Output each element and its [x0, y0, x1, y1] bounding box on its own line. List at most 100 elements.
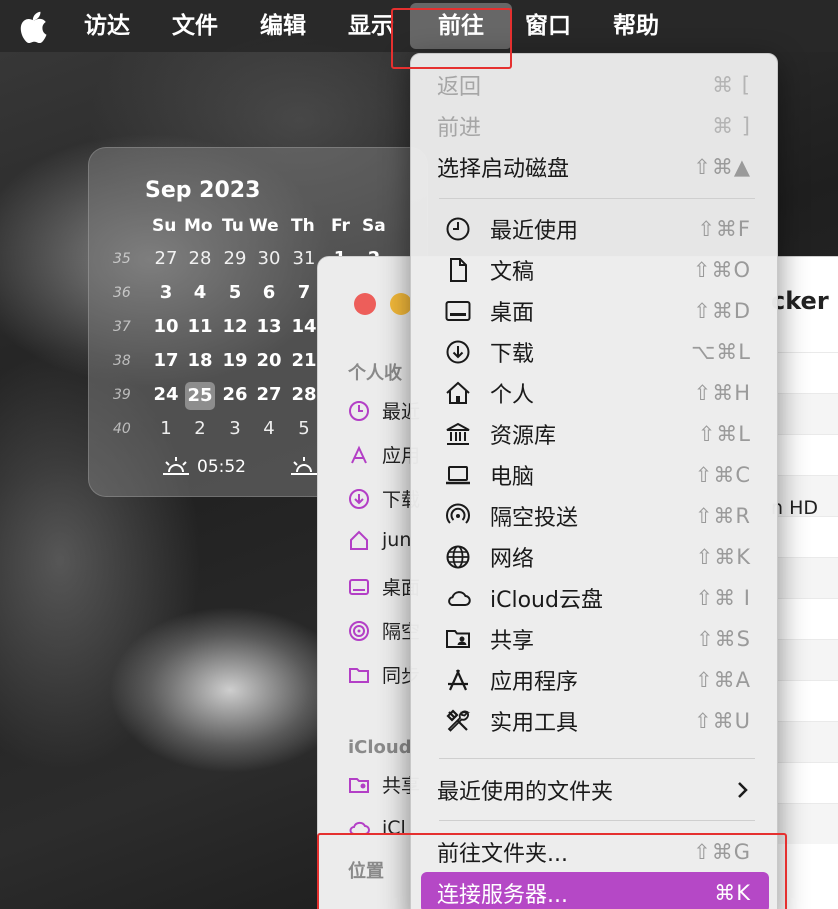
menu-separator [439, 758, 755, 759]
weekday-label: Su [152, 216, 177, 236]
calendar-day[interactable]: 21 [289, 350, 319, 371]
minimize-window-button[interactable] [390, 293, 412, 315]
weekday-label: Sa [362, 216, 386, 236]
calendar-day[interactable]: 24 [151, 384, 181, 405]
menu-item-library[interactable]: 资源库 ⇧⌘L [411, 413, 779, 454]
menu-finder[interactable]: 访达 [84, 0, 130, 52]
calendar-day[interactable]: 4 [185, 282, 215, 303]
calendar-day[interactable]: 19 [220, 350, 250, 371]
menu-help[interactable]: 帮助 [613, 0, 659, 52]
menu-item-computer[interactable]: 电脑 ⇧⌘C [411, 454, 779, 495]
weekday-label: Fr [331, 216, 350, 236]
menu-item-label: 应用程序 [490, 669, 579, 695]
calendar-day[interactable]: 7 [289, 282, 319, 303]
menu-item-shortcut: ⌘K [714, 880, 751, 905]
airdrop-icon [446, 503, 470, 524]
globe-icon [446, 545, 470, 568]
sunrise-icon [163, 457, 189, 475]
menu-item-go-to-folder[interactable]: 前往文件夹... ⇧⌘G [411, 831, 779, 872]
menu-item-applications[interactable]: 应用程序 ⇧⌘A [411, 659, 779, 700]
calendar-day[interactable]: 28 [185, 248, 215, 269]
menu-item-shortcut: ⇧⌘ I [695, 585, 751, 610]
menu-item-shortcut: ⇧⌘K [695, 544, 751, 569]
calendar-day[interactable]: 10 [151, 316, 181, 337]
sidebar-item-home[interactable]: jun [348, 529, 411, 551]
menu-item-label: 前进 [437, 115, 482, 141]
menu-item-shortcut: ⇧⌘H [693, 380, 751, 405]
clock-icon [349, 400, 369, 421]
calendar-day[interactable]: 4 [254, 418, 284, 439]
calendar-day[interactable]: 20 [254, 350, 284, 371]
menu-item-forward[interactable]: 前进 ⌘ ] [411, 105, 779, 146]
menu-item-icloud-drive[interactable]: iCloud云盘 ⇧⌘ I [411, 577, 779, 618]
download-icon [446, 340, 470, 363]
calendar-day[interactable]: 11 [185, 316, 215, 337]
week-number: 40 [113, 421, 131, 437]
calendar-day[interactable]: 1 [151, 418, 181, 439]
menu-item-connect-to-server[interactable]: 连接服务器... ⌘K [421, 872, 769, 909]
menu-edit[interactable]: 编辑 [260, 0, 306, 52]
apple-logo-icon[interactable] [18, 11, 48, 43]
cloud-icon [349, 821, 370, 835]
calendar-day[interactable]: 30 [254, 248, 284, 269]
go-menu-dropdown: 返回 ⌘ [ 前进 ⌘ ] 选择启动磁盘 ⇧⌘▲ 最近使用 ⇧⌘F 文稿 ⇧⌘O… [410, 53, 778, 909]
close-window-button[interactable] [354, 293, 376, 315]
menu-window[interactable]: 窗口 [525, 0, 571, 52]
menu-item-shortcut: ⌥⌘L [691, 339, 751, 364]
applications-icon [351, 445, 367, 463]
calendar-day[interactable]: 3 [220, 418, 250, 439]
download-icon [349, 488, 369, 509]
menu-item-airdrop[interactable]: 隔空投送 ⇧⌘R [411, 495, 779, 536]
calendar-day[interactable]: 25 [185, 382, 215, 410]
menu-item-label: 实用工具 [490, 710, 579, 736]
menu-item-shortcut: ⌘ ] [712, 113, 751, 138]
calendar-day[interactable]: 31 [289, 248, 319, 269]
menu-item-label: 文稿 [490, 259, 535, 285]
menu-view[interactable]: 显示 [348, 0, 394, 52]
calendar-day[interactable]: 26 [220, 384, 250, 405]
menu-item-documents[interactable]: 文稿 ⇧⌘O [411, 249, 779, 290]
document-icon [450, 257, 467, 282]
week-number: 37 [113, 319, 131, 335]
menu-item-recents[interactable]: 最近使用 ⇧⌘F [411, 208, 779, 249]
calendar-day[interactable]: 17 [151, 350, 181, 371]
sunset-readout [289, 456, 319, 478]
menu-separator [439, 820, 755, 821]
menu-go[interactable]: 前往 [410, 3, 512, 49]
menu-item-recent-folders[interactable]: 最近使用的文件夹 [411, 769, 779, 810]
sidebar-item-icloud-drive[interactable]: iCl [348, 817, 406, 839]
calendar-day[interactable]: 27 [254, 384, 284, 405]
applications-icon [448, 669, 468, 690]
calendar-day[interactable]: 12 [220, 316, 250, 337]
calendar-day[interactable]: 3 [151, 282, 181, 303]
menu-item-shortcut: ⌘ [ [712, 72, 751, 97]
calendar-day[interactable]: 14 [289, 316, 319, 337]
menu-item-network[interactable]: 网络 ⇧⌘K [411, 536, 779, 577]
sidebar-heading-icloud: iCloud [348, 737, 412, 758]
sunset-icon [291, 457, 317, 475]
menu-item-startup-disk[interactable]: 选择启动磁盘 ⇧⌘▲ [411, 146, 779, 187]
window-title: cker [771, 287, 829, 315]
cloud-icon [448, 590, 471, 606]
calendar-day[interactable]: 13 [254, 316, 284, 337]
menu-item-label: 资源库 [490, 423, 557, 449]
calendar-day[interactable]: 28 [289, 384, 319, 405]
sunrise-time: 05:52 [197, 457, 246, 477]
calendar-day[interactable]: 18 [185, 350, 215, 371]
chevron-right-icon [738, 781, 748, 798]
menu-item-utilities[interactable]: 实用工具 ⇧⌘U [411, 700, 779, 741]
calendar-day[interactable]: 6 [254, 282, 284, 303]
calendar-day[interactable]: 5 [220, 282, 250, 303]
week-number: 38 [113, 353, 131, 369]
menu-item-shared[interactable]: 共享 ⇧⌘S [411, 618, 779, 659]
menu-item-desktop[interactable]: 桌面 ⇧⌘D [411, 290, 779, 331]
calendar-day[interactable]: 5 [289, 418, 319, 439]
menu-file[interactable]: 文件 [172, 0, 218, 52]
calendar-day[interactable]: 2 [185, 418, 215, 439]
menu-item-home[interactable]: 个人 ⇧⌘H [411, 372, 779, 413]
menu-item-back[interactable]: 返回 ⌘ [ [411, 64, 779, 105]
calendar-day[interactable]: 29 [220, 248, 250, 269]
airdrop-icon [349, 620, 369, 641]
calendar-day[interactable]: 27 [151, 248, 181, 269]
menu-item-downloads[interactable]: 下载 ⌥⌘L [411, 331, 779, 372]
